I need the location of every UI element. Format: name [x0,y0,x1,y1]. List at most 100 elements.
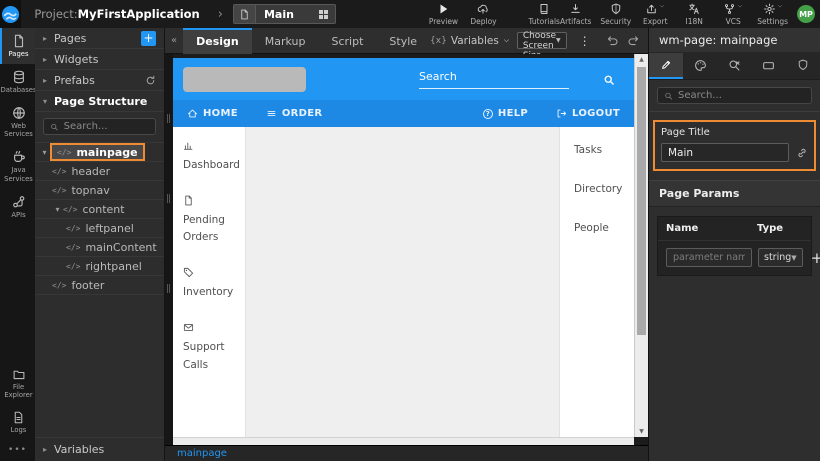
vcs-button[interactable]: VCS [718,3,748,26]
menu-item-pending-orders[interactable]: Pending Orders [183,194,239,248]
tree-node-leftpanel[interactable]: </> leftpanel [35,219,164,238]
section-variables[interactable]: ▸ Variables [35,437,164,461]
deploy-button[interactable]: Deploy [468,3,498,26]
link-icon[interactable] [796,147,808,159]
tab-devices[interactable] [752,53,786,79]
rail-item-file-explorer[interactable]: File Explorer [0,362,35,406]
add-page-button[interactable]: + [141,31,156,46]
rail-item-web-services[interactable]: Web Services [0,100,35,145]
scroll-up-icon[interactable]: ▲ [635,56,648,63]
coffee-icon [12,150,26,164]
preview-search-field[interactable]: Search [419,70,569,89]
nav-help[interactable]: ? HELP [483,108,528,119]
logout-icon [556,108,567,119]
scroll-down-icon[interactable]: ▼ [635,428,648,435]
tree-node-footer[interactable]: </> footer [35,276,164,295]
mail-icon [183,322,194,333]
tree-node-topnav[interactable]: </> topnav [35,181,164,200]
tab-markup[interactable]: Markup [252,28,319,54]
caret-down-icon: ▾ [43,97,54,106]
menu-item-support-calls[interactable]: Support Calls [183,321,239,375]
artifacts-button[interactable]: Artifacts [560,3,591,26]
add-param-button[interactable]: + [809,249,820,267]
rail-more-button[interactable]: ••• [0,440,35,461]
tag-icon [183,267,194,278]
tab-properties[interactable] [649,53,683,79]
grid-view-icon[interactable] [319,10,328,19]
section-widgets[interactable]: ▸ Widgets [35,49,164,70]
tab-events[interactable] [717,53,751,79]
search-icon[interactable] [603,74,615,86]
nav-home[interactable]: HOME [187,108,238,119]
section-prefabs[interactable]: ▸ Prefabs [35,70,164,91]
database-icon [12,70,26,84]
refresh-icon[interactable] [145,75,156,86]
nav-logout[interactable]: LOGOUT [556,108,620,119]
preview-search[interactable]: Search [419,70,624,89]
export-icon [645,3,658,15]
variables-dropdown[interactable]: {x} Variables [430,35,510,47]
deploy-label: Deploy [470,17,496,26]
params-input-row: string ▼ + [658,241,811,275]
structure-search-input[interactable] [64,121,149,132]
tab-script[interactable]: Script [319,28,377,54]
menu-item-dashboard[interactable]: Dashboard [183,139,239,175]
settings-button[interactable]: Settings [757,3,788,26]
rail-item-databases[interactable]: Databases [0,64,35,100]
preview-navbar: HOME ORDER ? HELP LOGOUT [173,100,634,127]
canvas-horizontal-scrollbar[interactable] [173,437,634,445]
nav-order[interactable]: ORDER [266,108,323,119]
redo-button[interactable] [623,34,644,47]
wavemaker-logo[interactable] [0,0,21,28]
rail-item-java-services[interactable]: Java Services [0,144,35,189]
rail-item-logs[interactable]: Logs [0,405,35,440]
section-label: Widgets [54,53,156,66]
right-item-directory[interactable]: Directory [574,183,634,195]
scrollbar-thumb[interactable] [637,67,646,335]
open-page-tab[interactable]: Main [233,4,337,24]
page-title-input[interactable] [661,143,789,162]
security-button[interactable]: Security [600,3,631,26]
preview-main-content[interactable] [245,127,560,437]
screen-size-select[interactable]: – Choose Screen Size – ▼ [517,32,567,49]
right-item-people[interactable]: People [574,222,634,234]
rail-item-pages[interactable]: Pages [0,28,35,64]
code-icon: </> [52,281,66,290]
tree-node-maincontent[interactable]: </> mainContent [35,238,164,257]
bottom-page-tab[interactable]: mainpage [177,448,227,459]
menu-item-inventory[interactable]: Inventory [183,266,239,302]
export-button[interactable]: Export [640,3,670,26]
tree-node-label: topnav [71,184,109,197]
tab-style[interactable]: Style [376,28,430,54]
rail-item-apis[interactable]: APIs [0,189,35,225]
canvas-region: « Design Markup Script Style {x} Variabl… [165,28,648,461]
tab-styles[interactable] [683,53,717,79]
tree-node-mainpage[interactable]: ▾ </> mainpage [35,143,164,162]
collapse-left-icon[interactable]: « [165,35,183,46]
tree-node-label: header [71,165,110,178]
i18n-button[interactable]: I18N [679,3,709,26]
section-page-structure[interactable]: ▾ Page Structure [35,91,164,112]
properties-search-input[interactable] [678,90,805,101]
section-pages[interactable]: ▸ Pages + [35,28,164,49]
param-type-select[interactable]: string ▼ [758,248,803,267]
menu-label: Inventory [183,286,233,298]
nav-right-group: ? HELP LOGOUT [455,108,620,119]
tree-node-header[interactable]: </> header [35,162,164,181]
tab-security[interactable] [786,53,820,79]
tree-node-rightpanel[interactable]: </> rightpanel [35,257,164,276]
user-avatar[interactable]: MP [797,5,815,23]
tree-node-content[interactable]: ▾ </> content [35,200,164,219]
param-name-input[interactable] [666,248,752,267]
undo-button[interactable] [602,34,623,47]
kebab-menu-icon[interactable]: ⋮ [574,34,596,48]
security-label: Security [600,17,631,26]
home-icon [187,108,198,119]
right-item-tasks[interactable]: Tasks [574,144,634,156]
canvas-vertical-scrollbar[interactable]: ▲ ▼ [634,54,648,437]
tutorials-button[interactable]: Tutorials [528,3,559,26]
preview-button[interactable]: Preview [428,3,458,26]
preview-left-menu: Dashboard Pending Orders Inventory Suppo… [173,127,245,437]
tree-node-label: rightpanel [85,260,141,273]
tab-design[interactable]: Design [183,28,252,54]
